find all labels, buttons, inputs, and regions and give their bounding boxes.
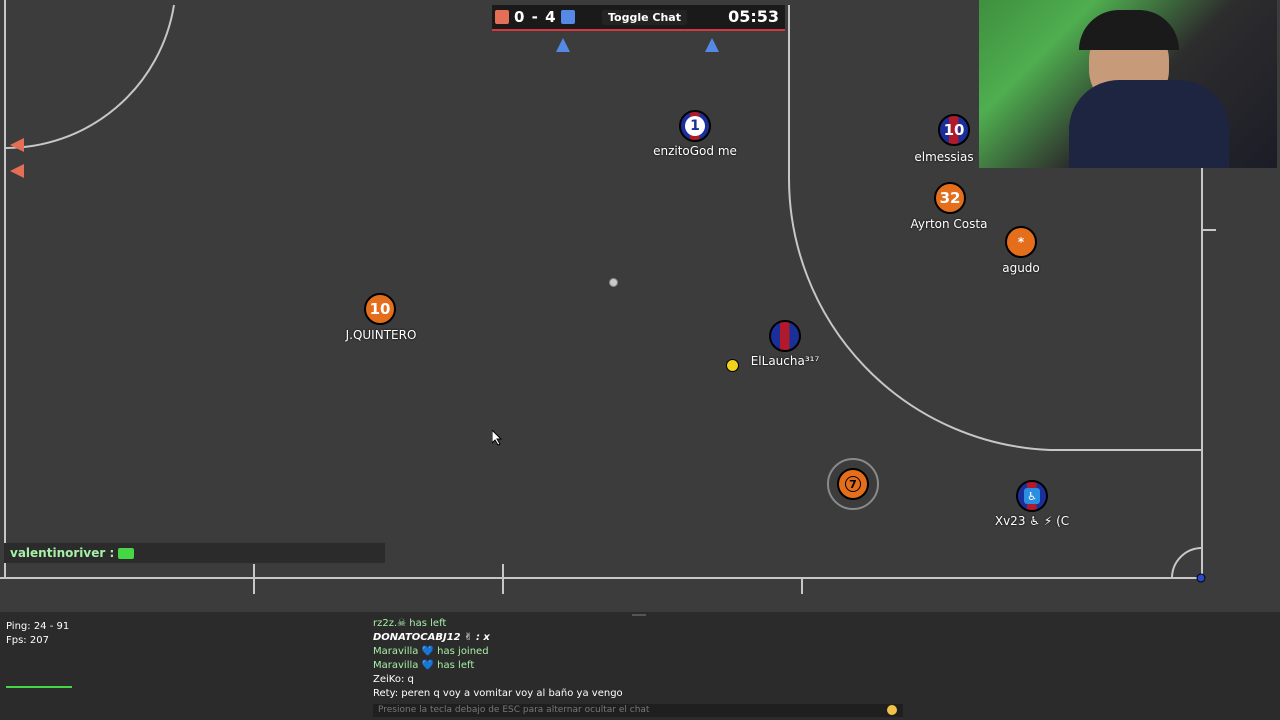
fps-stat: Fps: 207 bbox=[6, 635, 49, 646]
blue-goal-marker bbox=[556, 38, 570, 52]
toggle-chat-button[interactable]: Toggle Chat bbox=[602, 10, 687, 25]
chat-input[interactable]: Presione la tecla debajo de ESC para alt… bbox=[373, 704, 903, 717]
player-disc: ♿ bbox=[1016, 480, 1048, 512]
fps-graph bbox=[6, 686, 72, 688]
resize-handle[interactable] bbox=[632, 614, 646, 616]
red-goal-marker bbox=[10, 138, 24, 152]
player-name: J.QUINTERO bbox=[345, 328, 417, 342]
field-marker-ball bbox=[609, 278, 618, 287]
player-disc: 10 bbox=[364, 293, 396, 325]
chat-line: DONATOCABJ12 ✌ : x bbox=[373, 632, 490, 643]
scoreboard: 0 - 4 Toggle Chat 05:53 bbox=[492, 5, 785, 31]
stats-panel: Ping: 24 - 91 Fps: 207 bbox=[6, 620, 69, 648]
own-player-disc: 7 bbox=[837, 468, 869, 500]
player-name: Ayrton Costa bbox=[910, 217, 988, 231]
chat-input-placeholder: Presione la tecla debajo de ESC para alt… bbox=[378, 705, 650, 715]
score: 0 - 4 bbox=[514, 8, 557, 26]
red-goal-marker bbox=[10, 164, 24, 178]
red-team-square bbox=[495, 10, 509, 24]
overlay-chat-message: valentinoriver : bbox=[4, 543, 385, 563]
player-name: enzitoGod me bbox=[653, 144, 737, 158]
chat-log: rz2z.☠ has left DONATOCABJ12 ✌ : x Marav… bbox=[373, 617, 623, 701]
chat-line: rz2z.☠ has left bbox=[373, 618, 447, 629]
blue-team-square bbox=[561, 10, 575, 24]
player-name: agudo bbox=[1002, 261, 1040, 275]
post-marker bbox=[1196, 573, 1206, 583]
player-disc: 10 bbox=[938, 114, 970, 146]
match-timer: 05:53 bbox=[728, 7, 779, 26]
webcam-person-hair bbox=[1079, 10, 1179, 50]
player-name: ElLaucha³¹⁷ bbox=[750, 354, 820, 368]
player-name: Xv23 ♿ ⚡ (C bbox=[994, 514, 1070, 528]
player-disc: 32 bbox=[934, 182, 966, 214]
blue-goal-marker bbox=[705, 38, 719, 52]
player-disc: * bbox=[1005, 226, 1037, 258]
ball bbox=[726, 359, 739, 372]
ping-stat: Ping: 24 - 91 bbox=[6, 621, 70, 632]
chat-emote-icon bbox=[118, 548, 135, 559]
chat-line: Maravilla 💙 has left bbox=[373, 660, 475, 671]
player-disc: 1 bbox=[679, 110, 711, 142]
chat-line: ZeiKo: q bbox=[373, 674, 414, 685]
webcam-person-body bbox=[1069, 80, 1229, 168]
chat-line: Maravilla 💙 has joined bbox=[373, 646, 489, 657]
emoji-icon[interactable] bbox=[887, 705, 897, 715]
overlay-chat-text: valentinoriver : bbox=[10, 546, 119, 560]
player-disc bbox=[769, 320, 801, 352]
chat-line: Rety: peren q voy a vomitar voy al baño … bbox=[373, 688, 623, 699]
mouse-cursor-icon bbox=[491, 428, 504, 450]
player-name: elmessias bbox=[914, 150, 974, 164]
streamer-webcam bbox=[979, 0, 1277, 168]
